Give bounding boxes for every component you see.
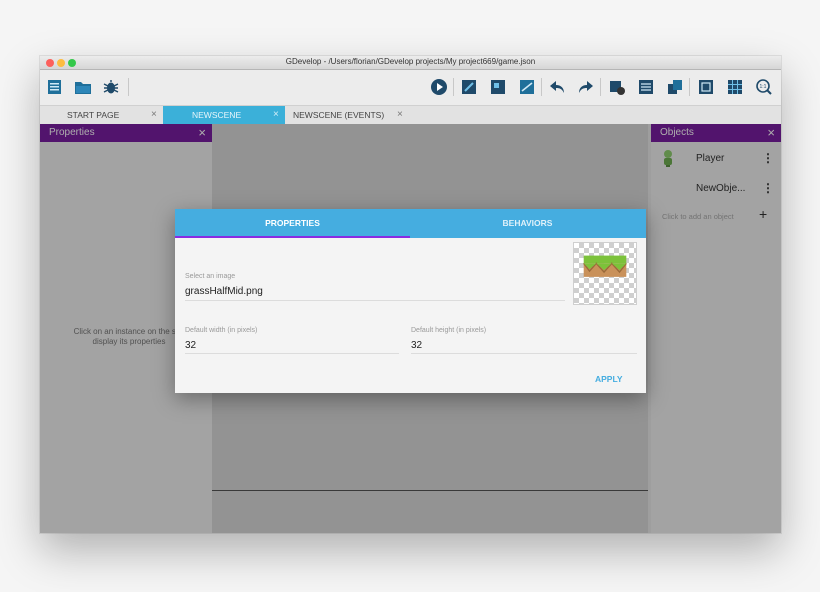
field-underline bbox=[411, 353, 637, 354]
toolbar-separator bbox=[689, 78, 690, 96]
events-sheet-icon[interactable] bbox=[637, 78, 655, 96]
tab-newscene[interactable]: NEWSCENE × bbox=[163, 106, 285, 124]
undo-icon[interactable] bbox=[548, 78, 566, 96]
apply-button[interactable]: APPLY bbox=[595, 374, 623, 384]
scene-properties-icon[interactable] bbox=[460, 78, 478, 96]
active-tab-indicator bbox=[175, 236, 410, 238]
redo-icon[interactable] bbox=[577, 78, 595, 96]
tab-newscene-events[interactable]: NEWSCENE (EVENTS) × bbox=[285, 106, 410, 124]
project-manager-icon[interactable] bbox=[46, 78, 64, 96]
tab-start-page[interactable]: START PAGE × bbox=[40, 106, 163, 124]
object-editor-dialog: PROPERTIES BEHAVIORS Select an image gra… bbox=[175, 209, 646, 393]
default-height-label: Default height (in pixels) bbox=[411, 327, 487, 334]
image-field[interactable]: grassHalfMid.png bbox=[185, 286, 263, 297]
default-width-field[interactable]: 32 bbox=[185, 340, 196, 351]
field-underline bbox=[185, 353, 399, 354]
instances-list-icon[interactable] bbox=[518, 78, 536, 96]
dialog-tabs: PROPERTIES BEHAVIORS bbox=[175, 209, 646, 238]
layer-editor-icon[interactable] bbox=[489, 78, 507, 96]
app-window: GDevelop - /Users/florian/GDevelop proje… bbox=[40, 56, 781, 533]
window-title: GDevelop - /Users/florian/GDevelop proje… bbox=[285, 57, 536, 66]
editor-tabs: START PAGE × NEWSCENE × NEWSCENE (EVENTS… bbox=[40, 106, 781, 124]
objects-list-icon[interactable] bbox=[666, 78, 684, 96]
tab-label: NEWSCENE (EVENTS) bbox=[293, 110, 385, 120]
field-underline bbox=[185, 300, 565, 301]
image-preview[interactable] bbox=[573, 242, 637, 305]
main-toolbar: 1:1 bbox=[40, 70, 781, 106]
grass-tile-thumbnail bbox=[583, 255, 627, 277]
tab-close-icon[interactable]: × bbox=[151, 106, 157, 124]
zoom-reset-icon[interactable]: 1:1 bbox=[755, 78, 773, 96]
grid-icon[interactable] bbox=[726, 78, 744, 96]
tab-behaviors[interactable]: BEHAVIORS bbox=[410, 209, 645, 238]
tab-close-icon[interactable]: × bbox=[273, 106, 279, 124]
object-groups-icon[interactable] bbox=[608, 78, 626, 96]
open-folder-icon[interactable] bbox=[74, 78, 92, 96]
zoom-reset-label: 1:1 bbox=[760, 84, 767, 90]
toolbar-separator bbox=[541, 78, 542, 96]
tab-close-icon[interactable]: × bbox=[397, 106, 403, 124]
preview-play-icon[interactable] bbox=[430, 78, 448, 96]
tab-label: NEWSCENE bbox=[192, 110, 242, 120]
toolbar-separator bbox=[600, 78, 601, 96]
toolbar-separator bbox=[128, 78, 129, 96]
toolbar-separator bbox=[453, 78, 454, 96]
window-mask-icon[interactable] bbox=[697, 78, 715, 96]
tab-label: START PAGE bbox=[67, 110, 120, 120]
image-field-label: Select an image bbox=[185, 273, 236, 280]
default-width-label: Default width (in pixels) bbox=[185, 327, 258, 334]
debugger-icon[interactable] bbox=[102, 78, 120, 96]
tab-properties[interactable]: PROPERTIES bbox=[175, 209, 410, 238]
title-bar: GDevelop - /Users/florian/GDevelop proje… bbox=[40, 56, 781, 70]
default-height-field[interactable]: 32 bbox=[411, 340, 422, 351]
